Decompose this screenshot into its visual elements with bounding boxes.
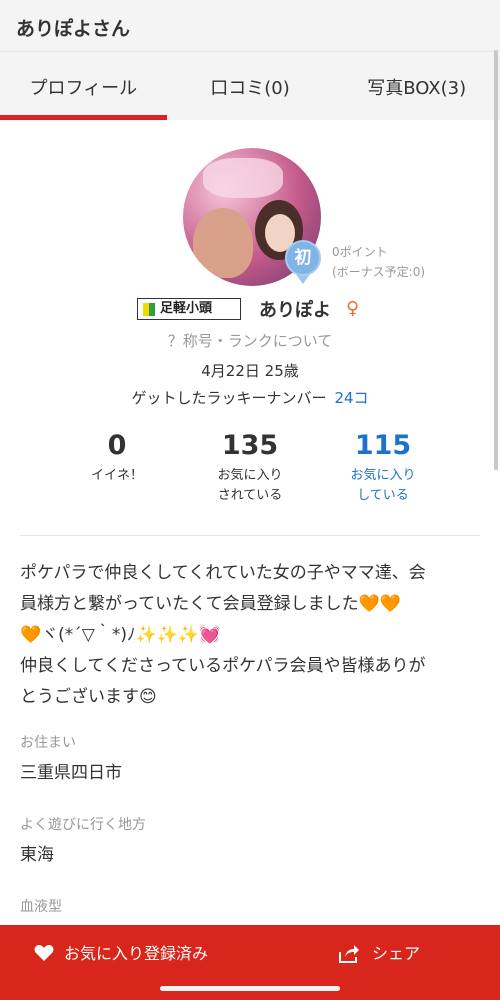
favorite-label: お気に入り登録済み [64, 944, 209, 963]
page-title: ありぽよさん [16, 18, 131, 40]
bio-line: とうございます😊 [20, 687, 157, 707]
rank-info-link[interactable]: ？称号・ランクについて [0, 330, 500, 351]
bio-line: 員様方と繋がっていたくて会員登録しました🧡🧡 [20, 594, 401, 614]
stat-value: 135 [221, 430, 279, 461]
bonus-value: (ボーナス予定:0) [332, 265, 426, 279]
lucky-number-row: ゲットしたラッキーナンバー 24コ [0, 387, 500, 408]
stat-label: イイネ！ [90, 468, 143, 483]
female-icon: ♀ [346, 298, 360, 319]
bio-line: 仲良くしてくださっているポケパラ会員や皆様ありが [20, 656, 426, 676]
area-value: 東海 [20, 845, 54, 865]
residence-label: お住まい [20, 735, 76, 751]
name-row: 足軽小頭 ありぽよ ♀ [0, 296, 500, 322]
share-label: シェア [372, 944, 421, 963]
stat-likes[interactable]: 0 イイネ！ [47, 430, 187, 486]
stat-favoriting[interactable]: 115 お気に入り している [313, 430, 453, 506]
lucky-number-count[interactable]: 24コ [334, 389, 368, 407]
rank-title-label: 足軽小頭 [137, 298, 241, 320]
home-indicator [160, 986, 340, 991]
points-value: 0ポイント [332, 245, 388, 259]
stat-label: お気に入り [217, 468, 283, 483]
blood-type-label: 血液型 [20, 899, 62, 915]
stat-label: されている [217, 488, 283, 503]
profile-page: ありぽよさん プロフィール 口コミ(0) 写真BOX(3) 初 0ポイント (ボ… [0, 0, 500, 1000]
lucky-number-label: ゲットしたラッキーナンバー [131, 389, 327, 407]
divider [20, 535, 480, 536]
badge-text: 初 [285, 240, 321, 276]
bio-line: 🧡ヾ(*´▽｀*)ﾉ✨✨✨💓 [20, 625, 221, 645]
stat-value: 0 [107, 430, 127, 461]
birthday-age: 4月22日 25歳 [201, 362, 299, 380]
points-info: 0ポイント (ボーナス予定:0) [332, 242, 425, 282]
stat-label: お気に入り [350, 468, 416, 483]
residence-value: 三重県四日市 [20, 763, 122, 783]
beginner-badge-icon: 初 [285, 240, 321, 286]
tab-photo-box[interactable]: 写真BOX(3) [333, 52, 500, 120]
heart-icon [34, 945, 54, 961]
user-name: ありぽよ [259, 300, 331, 321]
stat-favorited-by[interactable]: 135 お気に入り されている [180, 430, 320, 506]
beginner-mark-icon [143, 303, 155, 316]
bio-line: ポケパラで仲良くしてくれていた女の子やママ達、会 [20, 563, 426, 583]
stat-label: している [357, 488, 409, 503]
header: ありぽよさん [0, 0, 500, 52]
tab-reviews[interactable]: 口コミ(0) [167, 52, 334, 120]
stats-row: 0 イイネ！ 135 お気に入り されている 115 お気に入り している [0, 430, 500, 520]
favorite-button[interactable]: お気に入り登録済み [34, 941, 234, 967]
share-button[interactable]: シェア [338, 941, 438, 967]
area-label: よく遊びに行く地方 [20, 817, 146, 833]
tab-bar: プロフィール 口コミ(0) 写真BOX(3) [0, 52, 500, 120]
bio-text: ポケパラで仲良くしてくれていた女の子やママ達、会 員様方と繋がっていたくて会員登… [20, 558, 480, 713]
tab-profile[interactable]: プロフィール [0, 52, 167, 120]
stat-value: 115 [354, 430, 412, 461]
share-icon [339, 945, 359, 963]
rank-title: 足軽小頭 [160, 301, 213, 316]
